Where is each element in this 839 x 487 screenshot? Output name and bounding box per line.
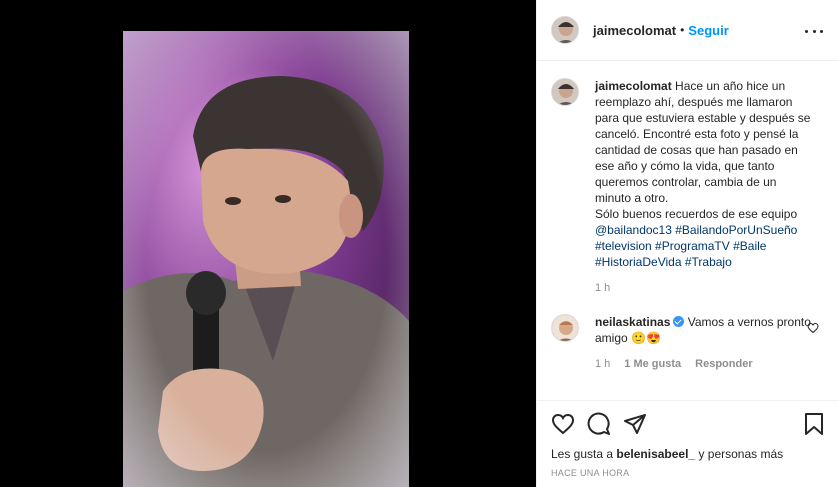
- comment-icon[interactable]: [587, 412, 611, 436]
- reply-body: neilaskatinas Vamos a vernos pronto amig…: [595, 314, 815, 370]
- caption-username[interactable]: jaimecolomat: [595, 79, 672, 93]
- hashtag-link[interactable]: #Baile: [733, 239, 766, 253]
- hashtag-link[interactable]: #HistoriaDeVida: [595, 255, 682, 269]
- hashtag-link[interactable]: #Trabajo: [685, 255, 732, 269]
- share-icon[interactable]: [623, 412, 647, 436]
- post-side-panel: jaimecolomat • Seguir jaimecolomat Hace …: [536, 0, 839, 487]
- reply-username[interactable]: neilaskatinas: [595, 315, 670, 329]
- reply-text: neilaskatinas Vamos a vernos pronto amig…: [595, 314, 815, 346]
- avatar[interactable]: [551, 78, 579, 106]
- hashtag-link[interactable]: #BailandoPorUnSueño: [675, 223, 797, 237]
- follow-button[interactable]: Seguir: [688, 23, 728, 38]
- hashtag-link[interactable]: #television: [595, 239, 652, 253]
- reply-comment: neilaskatinas Vamos a vernos pronto amig…: [551, 314, 825, 370]
- likes-summary: Les gusta a belenisabeel_ y personas más: [551, 447, 825, 461]
- reply-meta: 1 h 1 Me gusta Responder: [595, 358, 815, 370]
- comments-list[interactable]: jaimecolomat Hace un año hice un reempla…: [537, 62, 839, 400]
- actions-bar: Les gusta a belenisabeel_ y personas más…: [537, 400, 839, 487]
- action-icons: [551, 411, 825, 437]
- verified-badge-icon: [673, 316, 685, 327]
- caption-comment: jaimecolomat Hace un año hice un reempla…: [551, 78, 825, 294]
- caption-body: jaimecolomat Hace un año hice un reempla…: [595, 78, 815, 294]
- caption-meta: 1 h: [595, 282, 815, 294]
- avatar[interactable]: [551, 314, 579, 342]
- post-timestamp[interactable]: HACE UNA HORA: [551, 468, 825, 478]
- likes-suffix[interactable]: y personas más: [695, 447, 783, 461]
- separator-dot: •: [680, 23, 685, 37]
- more-options-icon[interactable]: [805, 22, 823, 40]
- mention-link[interactable]: @bailandoc13: [595, 223, 672, 237]
- reply-button[interactable]: Responder: [695, 358, 752, 370]
- avatar[interactable]: [551, 16, 579, 44]
- save-bookmark-icon[interactable]: [803, 412, 825, 436]
- post-media-area: [0, 0, 535, 487]
- caption-time[interactable]: 1 h: [595, 282, 610, 294]
- like-comment-heart-icon[interactable]: [807, 322, 819, 334]
- post-photo[interactable]: [123, 31, 409, 487]
- hashtag-link[interactable]: #ProgramaTV: [655, 239, 730, 253]
- heart-icon[interactable]: [551, 412, 575, 436]
- reply-likes[interactable]: 1 Me gusta: [624, 358, 681, 370]
- likes-user[interactable]: belenisabeel_: [616, 447, 695, 461]
- reply-time[interactable]: 1 h: [595, 358, 610, 370]
- caption-text: jaimecolomat Hace un año hice un reempla…: [595, 78, 815, 270]
- likes-prefix: Les gusta a: [551, 447, 617, 461]
- caption-message: Hace un año hice un reemplazo ahí, despu…: [595, 79, 811, 221]
- header-username[interactable]: jaimecolomat: [593, 23, 676, 38]
- post-header: jaimecolomat • Seguir: [537, 0, 839, 61]
